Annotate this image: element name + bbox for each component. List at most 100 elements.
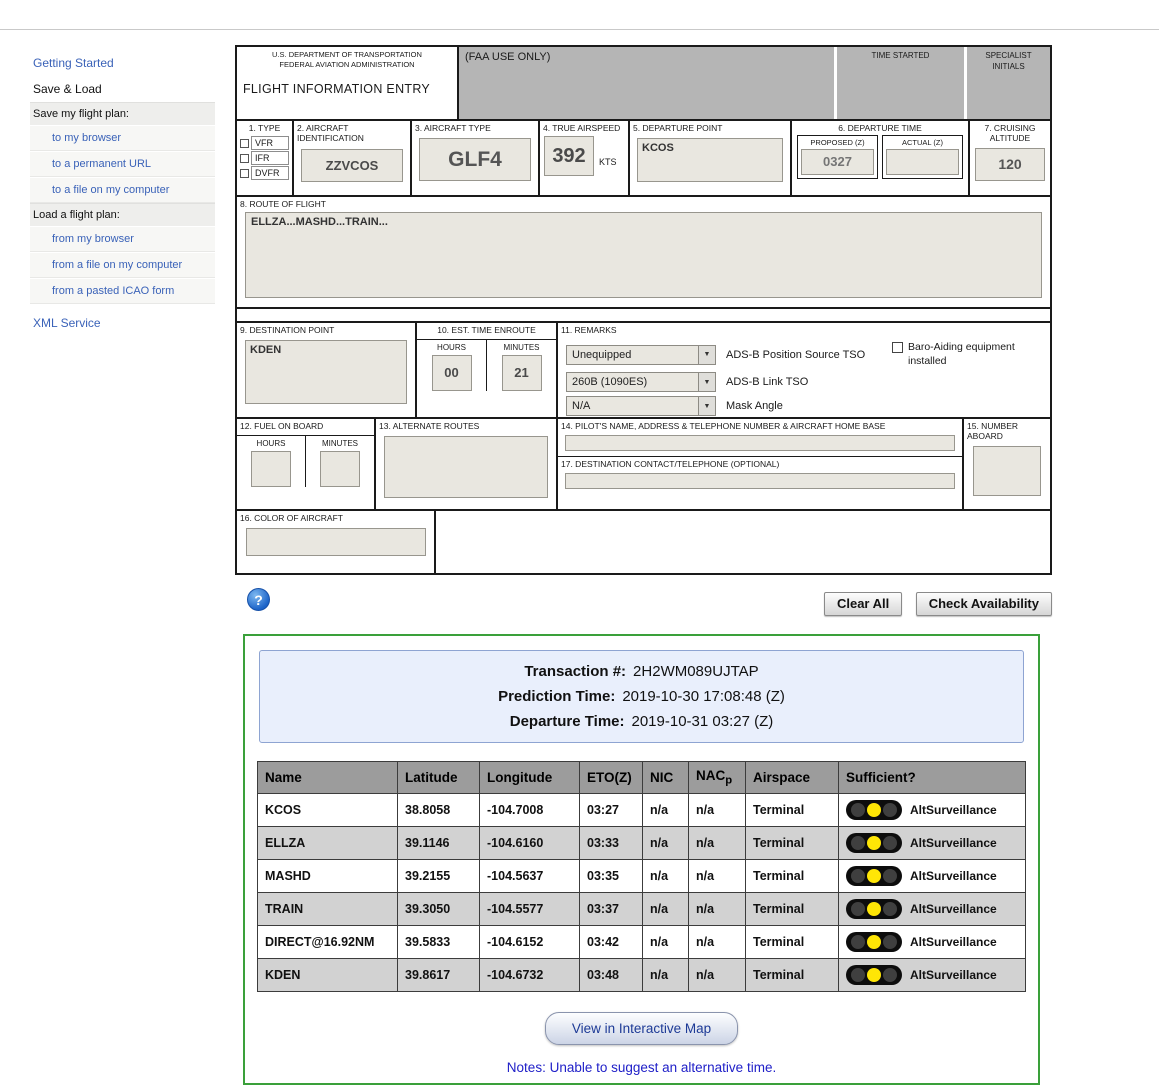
fuel-hours-label: HOURS [237,436,305,451]
number-aboard-input[interactable] [973,446,1041,496]
table-row: MASHD 39.2155 -104.5637 03:35 n/a n/a Te… [258,859,1026,892]
actual-time-input[interactable] [886,149,959,175]
col-header-longitude: Longitude [480,762,580,794]
dropdown-arrow-icon: ▼ [698,397,715,415]
departure-point-label: 5. DEPARTURE POINT [630,121,790,135]
sidebar-item-load-from-browser[interactable]: from my browser [30,226,215,252]
field-est-time-enroute: 10. EST. TIME ENROUTE HOURS 00 MINUTES 2… [417,323,558,417]
form-row-16: 16. COLOR OF AIRCRAFT [237,511,1050,573]
sufficient-label: AltSurveillance [910,935,997,949]
col-header-sufficient: Sufficient? [839,762,1026,794]
prediction-summary-box: Transaction #:2H2WM089UJTAP Prediction T… [259,650,1024,743]
col-header-latitude: Latitude [398,762,480,794]
field-remarks: 11. REMARKS Unequipped ▼ ADS-B Position … [558,323,1050,417]
enroute-minutes-input[interactable]: 21 [502,355,542,391]
field-pilot-info: 14. PILOT'S NAME, ADDRESS & TELEPHONE NU… [558,419,964,509]
fuel-minutes-input[interactable] [320,451,360,487]
sidebar-item-save-to-permanent-url[interactable]: to a permanent URL [30,151,215,177]
transaction-line: Transaction #:2H2WM089UJTAP [266,659,1017,684]
aircraft-id-input[interactable]: ZZVCOS [301,149,403,182]
aircraft-type-input[interactable]: GLF4 [419,138,531,181]
table-row: TRAIN 39.3050 -104.5577 03:37 n/a n/a Te… [258,892,1026,925]
sidebar: Getting Started Save & Load Save my flig… [30,50,215,337]
clear-all-button[interactable]: Clear All [824,592,902,616]
field-true-airspeed: 4. TRUE AIRSPEED 392 KTS [540,121,630,195]
traffic-light-indicator [846,899,902,919]
field-destination-point: 9. DESTINATION POINT KDEN [237,323,417,417]
proposed-time-label: PROPOSED (Z) [799,137,876,149]
fuel-hours-input[interactable] [251,451,291,487]
col-header-eto: ETO(Z) [580,762,643,794]
field-type-label: 1. TYPE [237,121,292,135]
form-header-agency: U.S. DEPARTMENT OF TRANSPORTATION FEDERA… [237,47,459,119]
traffic-light-indicator [846,932,902,952]
alternate-routes-label: 13. ALTERNATE ROUTES [376,419,556,433]
adsb-link-select[interactable]: 260B (1090ES) ▼ [566,372,716,392]
field-destination-contact: 17. DESTINATION CONTACT/TELEPHONE (OPTIO… [558,456,962,489]
mask-angle-label: Mask Angle [726,400,783,412]
color-of-aircraft-input[interactable] [246,528,426,556]
sidebar-item-save-to-file[interactable]: to a file on my computer [30,177,215,203]
cruising-altitude-input[interactable]: 120 [975,148,1045,181]
ifr-checkbox[interactable] [240,154,249,163]
faa-use-only-box: (FAA USE ONLY) [459,47,834,119]
pilot-info-input[interactable] [565,435,955,451]
adsb-position-source-select[interactable]: Unequipped ▼ [566,345,716,365]
mask-angle-select[interactable]: N/A ▼ [566,396,716,416]
color-of-aircraft-label: 16. COLOR OF AIRCRAFT [237,511,434,525]
sidebar-item-save-to-browser[interactable]: to my browser [30,125,215,151]
field-cruising-altitude: 7. CRUISING ALTITUDE 120 [970,121,1050,195]
remarks-label: 11. REMARKS [558,323,1050,337]
form-section-gap [237,309,1050,321]
baro-aiding-group: Baro-Aiding equipment installed [892,341,1018,368]
field-aircraft-identification: 2. AIRCRAFT IDENTIFICATION ZZVCOS [294,121,412,195]
sidebar-item-getting-started[interactable]: Getting Started [30,50,215,77]
sidebar-header-save-flight-plan: Save my flight plan: [30,102,215,125]
dropdown-arrow-icon: ▼ [698,373,715,391]
fuel-minutes-col: MINUTES [306,436,374,487]
departure-time-label: 6. DEPARTURE TIME [792,121,968,135]
enroute-hours-input[interactable]: 00 [432,355,472,391]
actual-time-group: ACTUAL (Z) [882,135,963,179]
adsb-position-source-label: ADS-B Position Source TSO [726,349,865,361]
enroute-minutes-label: MINUTES [487,340,556,355]
baro-aiding-checkbox[interactable] [892,342,903,353]
departure-point-input[interactable]: KCOS [637,138,783,182]
field-fuel-on-board: 12. FUEL ON BOARD HOURS MINUTES [237,419,376,509]
time-started-box: TIME STARTED [834,47,964,119]
departure-time-summary-value: 2019-10-31 03:27 (Z) [632,713,774,730]
alternate-routes-input[interactable] [384,436,548,498]
col-header-nacp: NACp [689,762,746,794]
destination-contact-input[interactable] [565,473,955,489]
traffic-light-indicator [846,866,902,886]
table-row: KDEN 39.8617 -104.6732 03:48 n/a n/a Ter… [258,958,1026,991]
sufficient-label: AltSurveillance [910,968,997,982]
field-departure-point: 5. DEPARTURE POINT KCOS [630,121,792,195]
prediction-time-label: Prediction Time: [498,688,615,705]
vfr-checkbox[interactable] [240,139,249,148]
enroute-minutes-col: MINUTES 21 [487,340,556,391]
route-input[interactable]: ELLZA...MASHD...TRAIN... [245,212,1042,298]
sufficient-label: AltSurveillance [910,869,997,883]
sidebar-item-load-from-file[interactable]: from a file on my computer [30,252,215,278]
dvfr-checkbox[interactable] [240,169,249,178]
col-header-airspace: Airspace [746,762,839,794]
enroute-hours-col: HOURS 00 [417,340,487,391]
aircraft-type-label: 3. AIRCRAFT TYPE [412,121,538,135]
enroute-label: 10. EST. TIME ENROUTE [417,323,556,337]
flight-information-entry-form: U.S. DEPARTMENT OF TRANSPORTATION FEDERA… [235,45,1052,575]
notes-text: Notes: Unable to suggest an alternative … [245,1060,1038,1075]
number-aboard-label: 15. NUMBER ABOARD [964,419,1050,443]
destination-point-input[interactable]: KDEN [245,340,407,404]
true-airspeed-input[interactable]: 392 [544,136,594,176]
sidebar-item-load-from-icao-form[interactable]: from a pasted ICAO form [30,278,215,304]
table-row: ELLZA 39.1146 -104.6160 03:33 n/a n/a Te… [258,826,1026,859]
col-header-name: Name [258,762,398,794]
proposed-time-input[interactable]: 0327 [801,149,874,175]
table-row: DIRECT@16.92NM 39.5833 -104.6152 03:42 n… [258,925,1026,958]
sidebar-item-xml-service[interactable]: XML Service [30,310,215,337]
view-interactive-map-button[interactable]: View in Interactive Map [545,1012,738,1045]
form-row-9-10-11: 9. DESTINATION POINT KDEN 10. EST. TIME … [237,321,1050,419]
prediction-time-value: 2019-10-30 17:08:48 (Z) [622,688,785,705]
check-availability-button[interactable]: Check Availability [916,592,1052,616]
